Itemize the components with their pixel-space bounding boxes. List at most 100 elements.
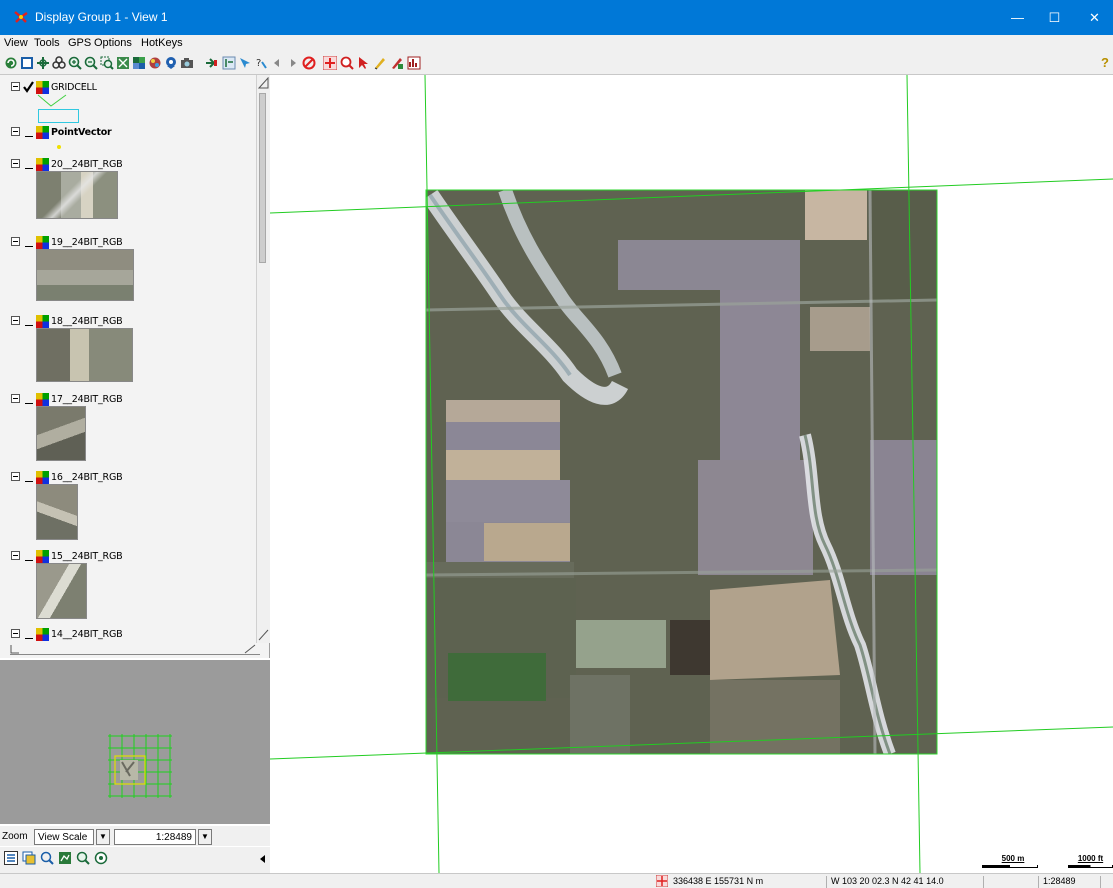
checkbox[interactable] xyxy=(25,158,33,169)
gps-icon[interactable] xyxy=(164,56,178,70)
legend-icon[interactable] xyxy=(4,851,18,865)
checkbox[interactable] xyxy=(25,471,33,482)
maximize-button[interactable]: ☐ xyxy=(1036,0,1073,35)
zoom-selection-icon[interactable] xyxy=(94,851,108,865)
stop-icon[interactable] xyxy=(302,56,316,70)
collapse-icon[interactable] xyxy=(11,472,20,481)
prev-icon[interactable] xyxy=(270,56,284,70)
bottom-toolbar xyxy=(0,847,270,873)
zoom-tool-icon[interactable] xyxy=(340,56,354,70)
projected-coordinates: 336438 E 155731 N m xyxy=(673,876,764,886)
raster-layer-icon xyxy=(36,315,49,328)
scroll-down-icon[interactable] xyxy=(258,629,269,641)
copy-icon[interactable] xyxy=(22,851,36,865)
collapse-icon[interactable] xyxy=(11,127,20,136)
checkbox[interactable] xyxy=(25,393,33,404)
layer-pointvector[interactable]: PointVector xyxy=(0,126,255,142)
collapse-icon[interactable] xyxy=(11,159,20,168)
arrow-icon[interactable] xyxy=(204,56,218,70)
scrollbar-thumb[interactable] xyxy=(259,93,266,263)
pointer-icon[interactable] xyxy=(356,56,370,70)
checkbox[interactable] xyxy=(25,126,33,137)
pencil-icon[interactable] xyxy=(373,56,387,70)
chevron-down-icon[interactable]: ▼ xyxy=(96,829,110,845)
layer-name: 16__24BIT_RGB xyxy=(51,472,123,483)
identify-icon[interactable] xyxy=(238,56,252,70)
collapse-icon[interactable] xyxy=(11,629,20,638)
collapse-icon[interactable] xyxy=(11,237,20,246)
chart-icon[interactable] xyxy=(407,56,421,70)
zoom-reset-icon[interactable] xyxy=(76,851,90,865)
menu-gps[interactable]: GPS xyxy=(68,37,91,49)
scroll-right-icon[interactable] xyxy=(244,644,256,654)
vector-layer-icon xyxy=(36,126,49,139)
zoom-in-icon[interactable] xyxy=(68,56,82,70)
collapse-icon[interactable] xyxy=(11,394,20,403)
layer-thumbnail xyxy=(36,171,118,219)
camera-icon[interactable] xyxy=(180,56,194,70)
pan-icon[interactable] xyxy=(36,56,50,70)
checkbox[interactable] xyxy=(25,315,33,326)
zoom-row: Zoom View Scale ▼ 1:28489 ▼ xyxy=(0,826,270,846)
full-extent-icon[interactable] xyxy=(116,56,130,70)
layer-name: GRIDCELL xyxy=(51,82,97,93)
chevron-down-icon[interactable]: ▼ xyxy=(198,829,212,845)
menu-view[interactable]: View xyxy=(4,37,28,49)
locator-view[interactable] xyxy=(0,660,270,824)
app-icon xyxy=(14,11,28,23)
layer-thumbnail xyxy=(36,484,78,540)
checkbox[interactable] xyxy=(25,628,33,639)
menu-tools[interactable]: Tools xyxy=(34,37,60,49)
raster-layer-icon xyxy=(36,158,49,171)
status-empty-cell xyxy=(1100,876,1113,888)
scale-bar-metric-label: 500 m xyxy=(1001,854,1025,863)
layer-icon[interactable] xyxy=(132,56,146,70)
menu-hotkeys[interactable]: HotKeys xyxy=(141,37,183,49)
position-icon[interactable] xyxy=(656,875,668,887)
geographic-coordinates: W 103 20 02.3 N 42 41 14.0 xyxy=(826,876,944,888)
scale-bar-metric xyxy=(982,865,1038,868)
window-title: Display Group 1 - View 1 xyxy=(35,10,168,24)
layer-name: PointVector xyxy=(51,127,112,138)
status-bar: 336438 E 155731 N m W 103 20 02.3 N 42 4… xyxy=(0,873,1113,888)
layer-name: 20__24BIT_RGB xyxy=(51,159,123,170)
svg-text:?: ? xyxy=(256,58,261,69)
select-icon[interactable] xyxy=(222,56,236,70)
help-icon[interactable]: ? xyxy=(1101,55,1109,70)
info-icon[interactable]: ? xyxy=(254,56,268,70)
layer-hscrollbar[interactable] xyxy=(10,643,260,655)
zoom-scale-input[interactable]: 1:28489 xyxy=(114,829,196,845)
recenter-icon[interactable] xyxy=(52,56,66,70)
layer-raster-14[interactable]: 14__24BIT_RGB xyxy=(0,628,255,644)
toolbar: ? ? xyxy=(0,53,1113,75)
collapse-icon[interactable] xyxy=(11,316,20,325)
layer-thumbnail xyxy=(36,249,134,301)
scroll-up-icon[interactable] xyxy=(258,77,269,89)
zoom-box-icon[interactable] xyxy=(100,56,114,70)
checkbox[interactable] xyxy=(25,236,33,247)
redraw-icon[interactable] xyxy=(4,56,18,70)
raster-layer-icon xyxy=(36,550,49,563)
search-icon[interactable] xyxy=(40,851,54,865)
locator-grid xyxy=(108,734,172,798)
crosshair-icon[interactable] xyxy=(323,56,337,70)
map-icon[interactable] xyxy=(58,851,72,865)
zoom-mode-select[interactable]: View Scale xyxy=(34,829,94,845)
zoom-out-icon[interactable] xyxy=(84,56,98,70)
collapse-icon[interactable] xyxy=(11,551,20,560)
map-canvas[interactable] xyxy=(270,75,1113,873)
raster-layer-icon xyxy=(36,628,49,641)
collapse-icon[interactable] xyxy=(11,82,20,91)
close-button[interactable]: ✕ xyxy=(1076,0,1113,35)
checkmark-icon[interactable] xyxy=(23,81,34,93)
color-icon[interactable] xyxy=(148,56,162,70)
checkbox[interactable] xyxy=(25,550,33,561)
marker-icon[interactable] xyxy=(390,56,404,70)
collapse-panel-icon[interactable] xyxy=(260,855,266,863)
map-view[interactable]: 500 m 1000 ft xyxy=(270,75,1113,873)
scroll-left-icon[interactable] xyxy=(10,644,20,654)
next-icon[interactable] xyxy=(286,56,300,70)
fit-icon[interactable] xyxy=(20,56,34,70)
menu-options[interactable]: Options xyxy=(94,37,132,49)
minimize-button[interactable]: — xyxy=(999,0,1036,35)
